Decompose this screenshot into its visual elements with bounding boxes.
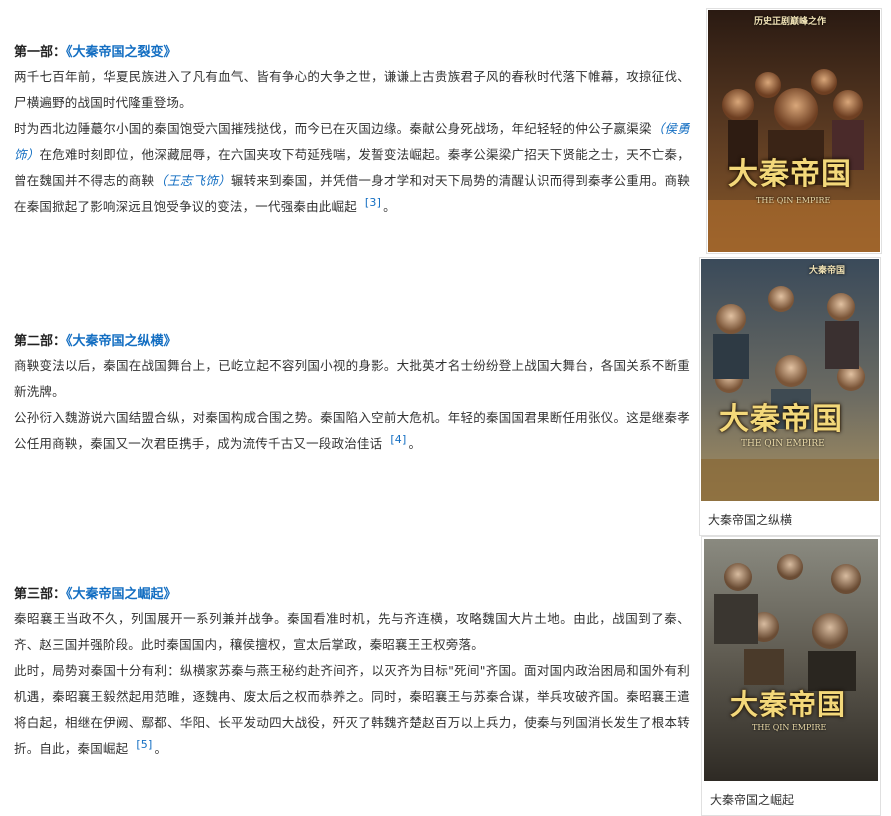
poster-tagline: 历史正剧巅峰之作 [754, 17, 827, 27]
section-title: 第三部：《大秦帝国之崛起》 [14, 587, 177, 602]
paragraph: 秦昭襄王当政不久，列国展开一系列兼并战争。秦国看准时机，先与齐连横，攻略魏国大片… [14, 611, 690, 652]
poster-title-art: 大秦帝国 [719, 402, 843, 437]
section-part-3: 第三部：《大秦帝国之崛起》 秦昭襄王当政不久，列国展开一系列兼并战争。秦国看准时… [14, 584, 690, 762]
reference-link[interactable]: [4] [390, 433, 406, 446]
poster-caption: 大秦帝国之崛起 [710, 793, 795, 807]
poster-title-art: 大秦帝国 [728, 157, 852, 192]
poster-image[interactable]: 大秦帝国 THE QIN EMPIRE [704, 539, 878, 781]
poster-caption: 大秦帝国之纵横 [708, 513, 793, 527]
section-title-link[interactable]: 大秦帝国之裂变 [73, 45, 164, 60]
poster-artwork [701, 259, 879, 501]
section-part-2: 第二部：《大秦帝国之纵横》 商鞅变法以后，秦国在战国舞台上，已屹立起不容列国小视… [14, 331, 690, 457]
paragraph: 两千七百年前，华夏民族进入了凡有血气、皆有争心的大争之世，谦谦上古贵族君子风的春… [14, 69, 690, 110]
poster-subtitle: THE QIN EMPIRE [752, 723, 827, 732]
poster-subtitle: THE QIN EMPIRE [741, 439, 825, 449]
section-title: 第一部：《大秦帝国之裂变》 [14, 45, 177, 60]
poster-tagline: 大秦帝国 [809, 266, 846, 276]
poster-jue-qi[interactable]: 大秦帝国 THE QIN EMPIRE 大秦帝国之崛起 [701, 536, 881, 816]
poster-image[interactable]: 历史正剧巅峰之作 大秦帝国 THE QIN EMPIRE [708, 10, 880, 252]
paragraph: 商鞅变法以后，秦国在战国舞台上，已屹立起不容列国小视的身影。大批英才名士纷纷登上… [14, 358, 690, 399]
poster-artwork [704, 539, 878, 781]
poster-subtitle: THE QIN EMPIRE [756, 196, 831, 205]
poster-title-art: 大秦帝国 [730, 688, 847, 721]
section-title-link[interactable]: 大秦帝国之纵横 [73, 334, 164, 349]
reference-link[interactable]: [3] [365, 196, 381, 209]
reference-link[interactable]: [5] [136, 738, 152, 751]
poster-artwork [708, 10, 880, 252]
section-title: 第二部：《大秦帝国之纵横》 [14, 334, 177, 349]
paragraph: 此时，局势对秦国十分有利：纵横家苏秦与燕王秘约赴齐间齐，以灭齐为目标"死间"齐国… [14, 663, 690, 756]
paragraph: 时为西北边陲蕞尔小国的秦国饱受六国摧残挞伐，而今已在灭国边缘。秦献公身死战场，年… [14, 121, 691, 214]
actor-link-wang-zhifei[interactable]: （王志飞饰） [154, 173, 231, 188]
section-title-link[interactable]: 大秦帝国之崛起 [73, 587, 164, 602]
section-part-1: 第一部：《大秦帝国之裂变》 两千七百年前，华夏民族进入了凡有血气、皆有争心的大争… [14, 42, 690, 220]
poster-image[interactable]: 大秦帝国 大秦帝国 THE QIN EMPIRE [701, 259, 879, 501]
paragraph: 公孙衍入魏游说六国结盟合纵，对秦国构成合围之势。秦国陷入空前大危机。年轻的秦国国… [14, 410, 690, 451]
poster-lie-bian[interactable]: 历史正剧巅峰之作 大秦帝国 THE QIN EMPIRE [706, 8, 882, 254]
poster-zong-heng[interactable]: 大秦帝国 大秦帝国 THE QIN EMPIRE 大秦帝国之纵横 [699, 257, 881, 536]
